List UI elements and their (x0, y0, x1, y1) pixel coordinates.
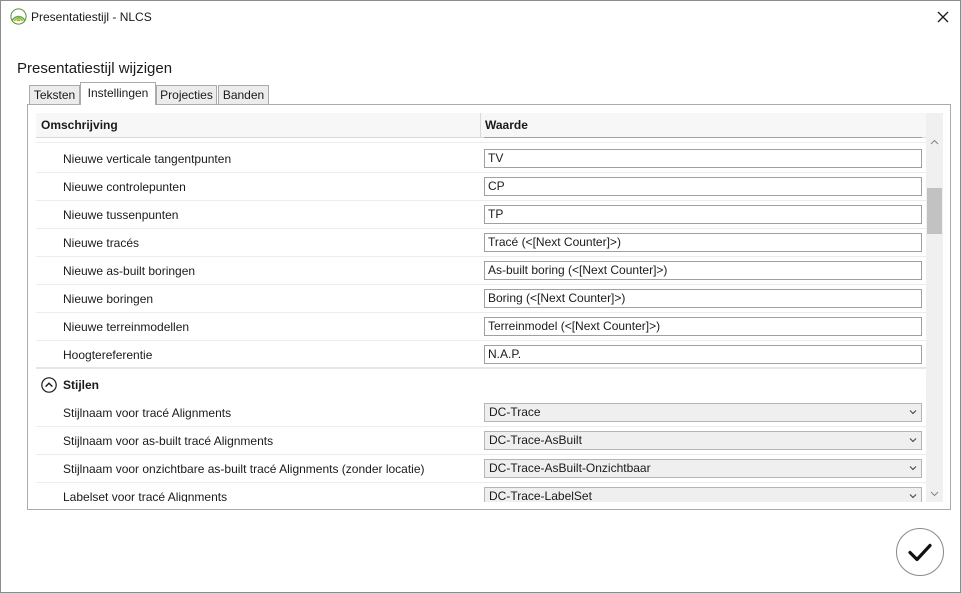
column-divider[interactable] (480, 113, 481, 137)
row-label: Nieuwe tussenpunten (63, 208, 179, 222)
scrollbar-thumb[interactable] (927, 188, 942, 234)
title-bar: Presentatiestijl - NLCS (1, 1, 960, 33)
value-field[interactable]: Boring (<[Next Counter]>) (484, 289, 922, 308)
column-header-description: Omschrijving (41, 118, 118, 132)
tab-banden[interactable]: Banden (218, 85, 269, 104)
grid-row: Nieuwe boringen Boring (<[Next Counter]>… (36, 285, 926, 313)
grid-row-partial (36, 137, 926, 143)
chevron-down-icon (909, 466, 917, 471)
window-title: Presentatiestijl - NLCS (31, 10, 152, 24)
value-field-partial[interactable] (484, 137, 922, 138)
row-label: Hoogtereferentie (63, 348, 153, 362)
grid-row: Nieuwe tracés Tracé (<[Next Counter]>) (36, 229, 926, 257)
scroll-down-button[interactable] (926, 487, 943, 501)
dialog-heading: Presentatiestijl wijzigen (17, 60, 173, 77)
row-label: Nieuwe tracés (63, 236, 140, 250)
dropdown-value: DC-Trace (489, 405, 541, 419)
chevron-down-icon (909, 438, 917, 443)
scroll-up-button[interactable] (926, 135, 943, 149)
value-field[interactable]: N.A.P. (484, 345, 922, 364)
row-label: Nieuwe verticale tangentpunten (63, 152, 232, 166)
group-header-stijlen: Stijlen (36, 371, 926, 399)
chevron-down-icon (909, 494, 917, 499)
chevron-up-circle-icon[interactable] (41, 377, 57, 393)
value-field[interactable]: Terreinmodel (<[Next Counter]>) (484, 317, 922, 336)
row-label: Nieuwe boringen (63, 292, 154, 306)
value-field[interactable]: CP (484, 177, 922, 196)
value-field[interactable]: TP (484, 205, 922, 224)
row-label: Stijlnaam voor onzichtbare as-built trac… (63, 462, 425, 476)
row-label: Labelset voor tracé Alignments (63, 490, 228, 502)
dialog-window: Presentatiestijl - NLCS Presentatiestijl… (0, 0, 961, 593)
dropdown-value: DC-Trace-AsBuilt-Onzichtbaar (489, 461, 651, 475)
grid-row: Stijlnaam voor onzichtbare as-built trac… (36, 455, 926, 483)
close-button[interactable] (926, 1, 960, 33)
chevron-down-icon (930, 491, 939, 497)
value-field[interactable]: TV (484, 149, 922, 168)
style-dropdown[interactable]: DC-Trace-AsBuilt (484, 431, 922, 450)
checkmark-icon (908, 543, 932, 562)
grid-row: Hoogtereferentie N.A.P. (36, 341, 926, 369)
grid-row: Nieuwe terreinmodellen Terreinmodel (<[N… (36, 313, 926, 341)
value-field[interactable]: Tracé (<[Next Counter]>) (484, 233, 922, 252)
grid-row: Nieuwe as-built boringen As-built boring… (36, 257, 926, 285)
grid-row: Nieuwe tussenpunten TP (36, 201, 926, 229)
style-dropdown[interactable]: DC-Trace-AsBuilt-Onzichtbaar (484, 459, 922, 478)
grid-header: Omschrijving Waarde (36, 113, 926, 138)
grid-row: Stijlnaam voor as-built tracé Alignments… (36, 427, 926, 455)
ok-button[interactable] (896, 528, 944, 576)
close-icon (937, 11, 949, 23)
row-label: Stijlnaam voor tracé Alignments (63, 406, 232, 420)
tab-projecties[interactable]: Projecties (156, 85, 217, 104)
settings-panel: Omschrijving Waarde Nieuwe verticale tan… (27, 104, 951, 510)
group-label: Stijlen (63, 378, 100, 392)
grid-rows: Nieuwe verticale tangentpunten TV Nieuwe… (36, 137, 926, 502)
tab-teksten[interactable]: Teksten (29, 85, 80, 104)
column-header-value: Waarde (485, 118, 528, 132)
property-grid: Omschrijving Waarde Nieuwe verticale tan… (36, 113, 943, 502)
row-label: Nieuwe as-built boringen (63, 264, 196, 278)
nlcs-logo-icon (10, 8, 27, 25)
grid-row: Labelset voor tracé Alignments DC-Trace-… (36, 483, 926, 502)
row-label: Stijlnaam voor as-built tracé Alignments (63, 434, 274, 448)
chevron-down-icon (909, 410, 917, 415)
value-field[interactable]: As-built boring (<[Next Counter]>) (484, 261, 922, 280)
style-dropdown[interactable]: DC-Trace (484, 403, 922, 422)
grid-row: Stijlnaam voor tracé Alignments DC-Trace (36, 399, 926, 427)
vertical-scrollbar[interactable] (926, 113, 943, 502)
grid-row: Nieuwe verticale tangentpunten TV (36, 145, 926, 173)
row-label: Nieuwe controlepunten (63, 180, 186, 194)
dropdown-value: DC-Trace-AsBuilt (489, 433, 582, 447)
style-dropdown[interactable]: DC-Trace-LabelSet (484, 487, 922, 502)
dropdown-value: DC-Trace-LabelSet (489, 489, 592, 502)
grid-row: Nieuwe controlepunten CP (36, 173, 926, 201)
tab-instellingen[interactable]: Instellingen (80, 82, 156, 105)
chevron-up-icon (930, 139, 939, 145)
row-label: Nieuwe terreinmodellen (63, 320, 190, 334)
